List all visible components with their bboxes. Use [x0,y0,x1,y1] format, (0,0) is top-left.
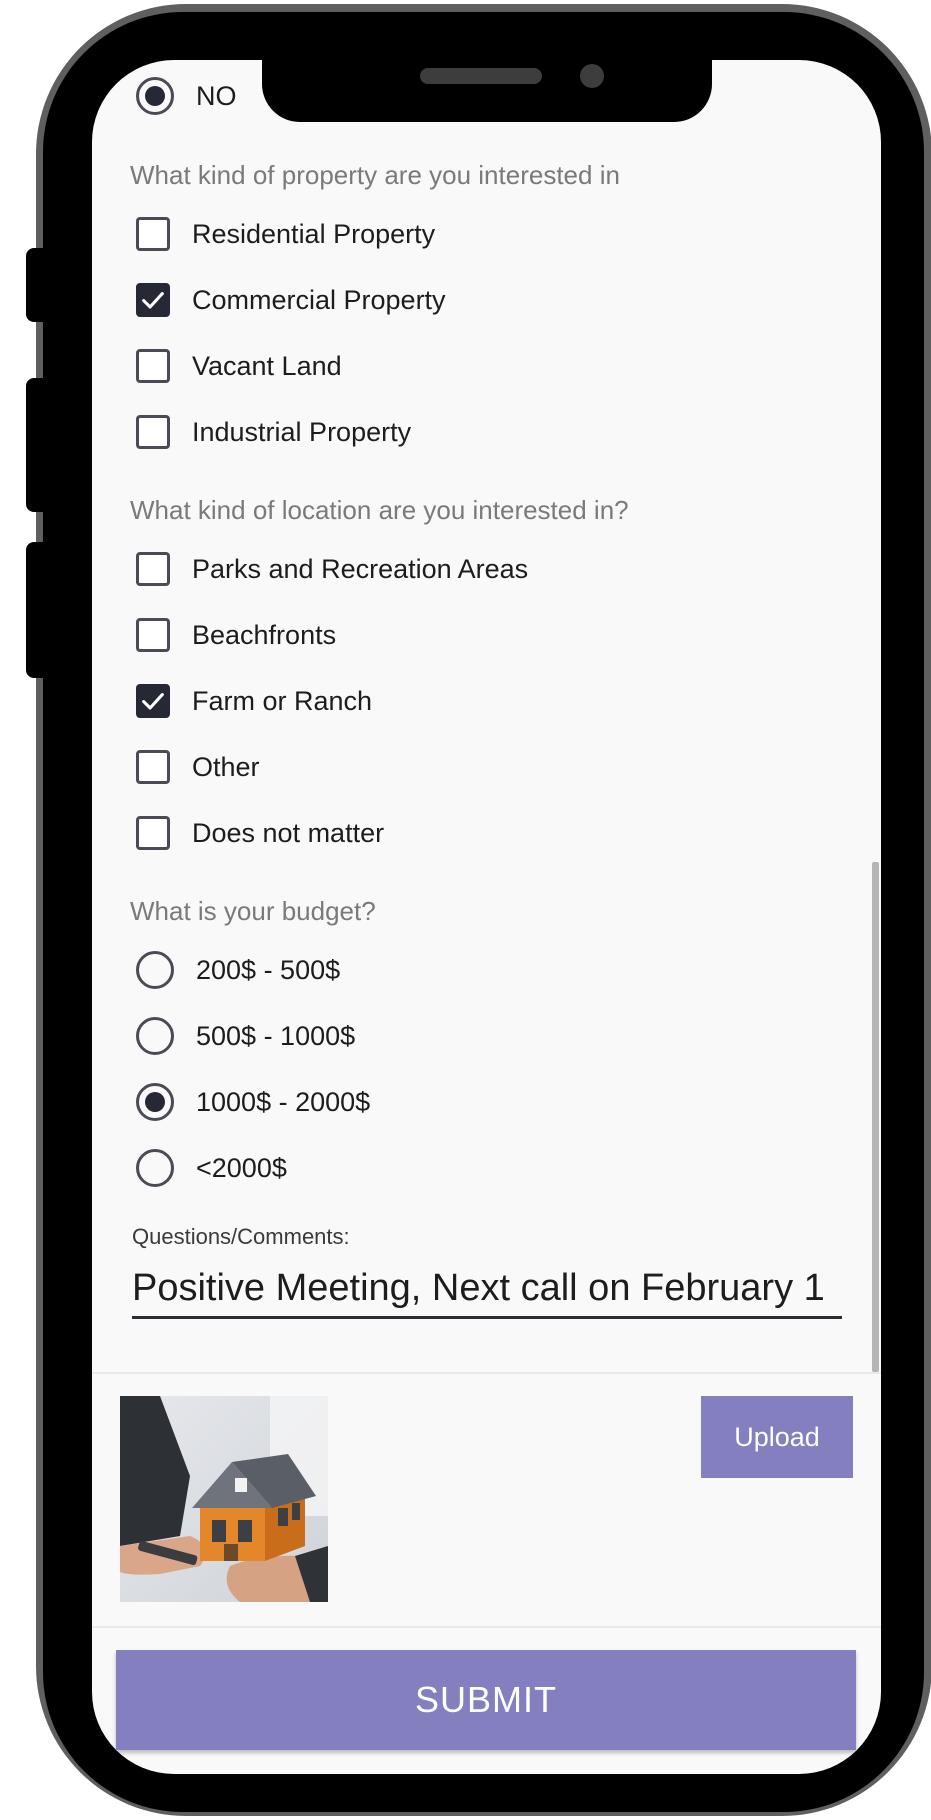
checkbox-vacant-land[interactable]: Vacant Land [136,345,342,387]
checkbox-industrial-property[interactable]: Industrial Property [136,411,411,453]
radio-label: 200$ - 500$ [196,954,341,985]
radio-button[interactable] [136,1017,174,1055]
checkmark-icon [142,292,164,309]
checkbox-label: Beachfronts [192,619,337,650]
checkbox-beachfronts[interactable]: Beachfronts [136,614,336,656]
upload-button[interactable]: Upload [701,1396,853,1478]
radio-label: 500$ - 1000$ [196,1020,356,1051]
divider [92,1626,881,1628]
checkbox[interactable] [136,618,170,652]
checkbox[interactable] [136,349,170,383]
checkbox-label: Commercial Property [192,284,446,315]
radio-button[interactable] [136,951,174,989]
property-question: What kind of property are you interested… [130,160,620,190]
uploaded-house-image [120,1396,328,1602]
radio-budget-less-2000[interactable]: <2000$ [136,1147,287,1189]
checkbox-label: Vacant Land [192,350,342,381]
checkbox[interactable] [136,217,170,251]
scrollbar[interactable] [872,862,879,1372]
checkbox[interactable] [136,684,170,718]
checkmark-icon [142,693,164,710]
radio-dot [145,1092,165,1112]
checkbox[interactable] [136,415,170,449]
radio-budget-500-1000[interactable]: 500$ - 1000$ [136,1015,355,1057]
house-in-hands-image [120,1396,328,1602]
submit-button[interactable]: SUBMIT [116,1650,856,1750]
comments-label: Questions/Comments: [132,1224,350,1249]
radio-budget-200-500[interactable]: 200$ - 500$ [136,949,340,991]
checkbox[interactable] [136,283,170,317]
radio-label: 1000$ - 2000$ [196,1086,371,1117]
checkbox-residential-property[interactable]: Residential Property [136,213,435,255]
radio-button[interactable] [136,1149,174,1187]
checkbox[interactable] [136,816,170,850]
radio-label: NO [196,80,237,111]
checkbox-label: Farm or Ranch [192,685,373,716]
radio-button[interactable] [136,77,174,115]
checkbox-commercial-property[interactable]: Commercial Property [136,279,446,321]
checkbox-does-not-matter[interactable]: Does not matter [136,812,384,854]
checkbox-label: Parks and Recreation Areas [192,553,529,584]
checkbox-farm-ranch[interactable]: Farm or Ranch [136,680,372,722]
radio-button[interactable] [136,1083,174,1121]
divider [92,1372,881,1374]
speaker-grille [420,68,542,84]
budget-question: What is your budget? [130,896,376,926]
checkbox-other[interactable]: Other [136,746,260,788]
location-question: What kind of location are you interested… [130,495,629,525]
checkbox-label: Residential Property [192,218,436,249]
checkbox-parks-recreation[interactable]: Parks and Recreation Areas [136,548,528,590]
checkbox-label: Does not matter [192,817,385,848]
radio-dot [145,86,165,106]
checkbox[interactable] [136,750,170,784]
comments-input[interactable] [132,1260,842,1319]
app-screen: NO What kind of property are you interes… [92,60,881,1774]
radio-budget-1000-2000[interactable]: 1000$ - 2000$ [136,1081,370,1123]
checkbox-label: Other [192,751,260,782]
radio-label: <2000$ [196,1152,287,1183]
checkbox[interactable] [136,552,170,586]
device-notch [262,52,712,122]
checkbox-label: Industrial Property [192,416,412,447]
front-camera [580,64,604,88]
radio-option-no[interactable]: NO [136,75,237,117]
